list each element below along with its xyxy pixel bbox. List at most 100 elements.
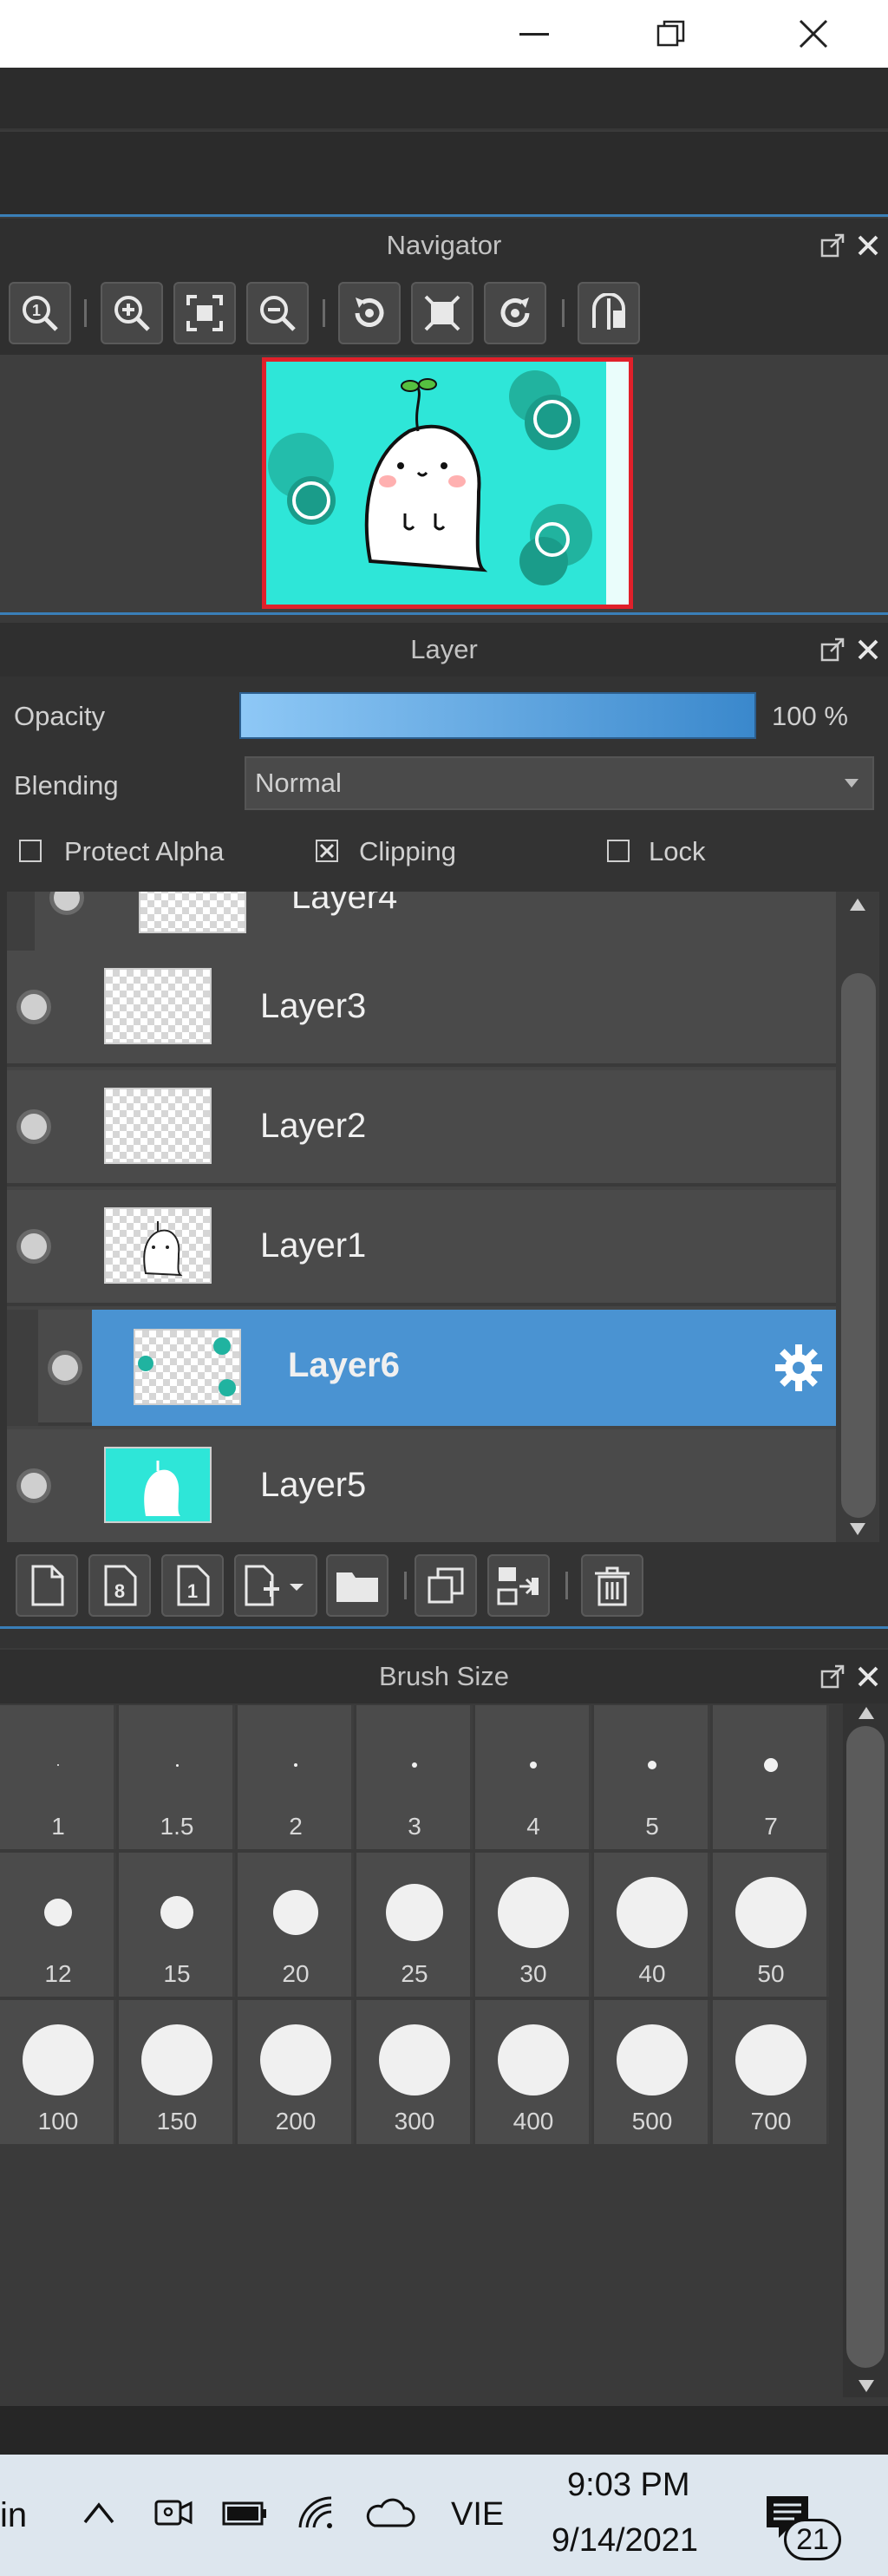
brush-size-cell[interactable]: 30 xyxy=(475,1853,591,1997)
toolbar-separator xyxy=(404,1572,407,1599)
opacity-slider[interactable] xyxy=(239,692,756,739)
check-x-icon xyxy=(319,843,335,859)
rotate-left-button[interactable] xyxy=(338,282,401,344)
battery-icon[interactable] xyxy=(220,2498,269,2529)
brush-size-cell[interactable]: 500 xyxy=(594,2000,710,2144)
close-panel-icon[interactable] xyxy=(857,234,879,257)
layer-row-layer2[interactable]: Layer2 xyxy=(7,1070,836,1187)
brush-size-cell[interactable]: 4 xyxy=(475,1705,591,1849)
menu-strip xyxy=(0,68,888,130)
brush-size-cell[interactable]: 40 xyxy=(594,1853,710,1997)
zoom-out-icon xyxy=(260,296,296,331)
brush-size-cell[interactable]: 20 xyxy=(238,1853,354,1997)
brush-size-cell[interactable]: 700 xyxy=(713,2000,829,2144)
brush-size-cell[interactable]: 15 xyxy=(119,1853,235,1997)
lock-checkbox[interactable] xyxy=(607,840,630,862)
brush-size-cell[interactable]: 100 xyxy=(0,2000,116,2144)
brush-size-cell[interactable]: 1 xyxy=(0,1705,116,1849)
brush-dot xyxy=(379,2024,450,2095)
undock-icon[interactable] xyxy=(820,637,845,662)
onedrive-icon[interactable] xyxy=(364,2498,416,2529)
toolbar-separator xyxy=(84,299,87,327)
visibility-eye-icon[interactable] xyxy=(21,994,47,1020)
close-panel-icon[interactable] xyxy=(857,638,879,661)
layer-row-layer3[interactable]: Layer3 xyxy=(7,951,836,1067)
rotate-right-button[interactable] xyxy=(484,282,546,344)
new-layer-button[interactable] xyxy=(16,1554,78,1617)
fit-screen-button[interactable] xyxy=(173,282,236,344)
toolbar-strip xyxy=(0,132,888,217)
brush-size-cell[interactable]: 150 xyxy=(119,2000,235,2144)
layer-thumbnail xyxy=(104,1207,212,1284)
visibility-eye-icon[interactable] xyxy=(54,892,80,911)
brush-size-cell[interactable]: 300 xyxy=(356,2000,473,2144)
clock-date[interactable]: 9/14/2021 xyxy=(552,2522,698,2560)
zoom-in-button[interactable] xyxy=(101,282,163,344)
minimize-button[interactable] xyxy=(498,0,571,68)
brush-size-label: 300 xyxy=(394,2108,435,2135)
visibility-eye-icon[interactable] xyxy=(21,1114,47,1140)
layer-list-scroll-thumb[interactable] xyxy=(841,973,876,1518)
new-1bit-layer-icon: 1 xyxy=(177,1565,210,1606)
meet-now-icon[interactable] xyxy=(153,2491,196,2534)
brush-size-cell[interactable]: 50 xyxy=(713,1853,829,1997)
new-8bit-layer-button[interactable]: 8 xyxy=(88,1554,151,1617)
add-layer-menu-button[interactable] xyxy=(234,1554,317,1617)
close-panel-icon[interactable] xyxy=(857,1665,879,1688)
scroll-down-icon[interactable] xyxy=(857,2378,876,2394)
undock-icon[interactable] xyxy=(820,233,845,258)
brush-size-cell[interactable]: 5 xyxy=(594,1705,710,1849)
layer-row-layer6[interactable]: Layer6 xyxy=(92,1310,836,1426)
scroll-up-icon[interactable] xyxy=(848,897,867,912)
delete-layer-button[interactable] xyxy=(581,1554,643,1617)
visibility-eye-icon[interactable] xyxy=(21,1473,47,1499)
clock-time[interactable]: 9:03 PM xyxy=(567,2467,690,2504)
layer-name: Layer1 xyxy=(260,1226,367,1265)
brush-size-cell[interactable]: 12 xyxy=(0,1853,116,1997)
brush-size-cell[interactable]: 3 xyxy=(356,1705,473,1849)
input-language[interactable]: VIE xyxy=(451,2496,504,2534)
visibility-eye-icon[interactable] xyxy=(21,1233,47,1259)
brush-size-cell[interactable]: 7 xyxy=(713,1705,829,1849)
duplicate-layer-button[interactable] xyxy=(415,1554,477,1617)
merge-layer-button[interactable] xyxy=(487,1554,550,1617)
zoom-actual-button[interactable]: 1 xyxy=(9,282,71,344)
protect-alpha-checkbox[interactable] xyxy=(19,840,42,862)
brush-size-cell[interactable]: 200 xyxy=(238,2000,354,2144)
layer-name: Layer4 xyxy=(291,892,398,916)
character-thumbnail-icon xyxy=(144,1461,180,1516)
brush-size-cell[interactable]: 25 xyxy=(356,1853,473,1997)
brush-size-cell[interactable]: 400 xyxy=(475,2000,591,2144)
visibility-eye-icon[interactable] xyxy=(52,1355,78,1381)
brush-dot xyxy=(44,1899,72,1926)
clipping-checkbox[interactable] xyxy=(316,840,338,862)
scroll-up-icon[interactable] xyxy=(857,1705,876,1721)
brush-size-scroll-thumb[interactable] xyxy=(846,1726,885,2368)
flip-horizontal-button[interactable] xyxy=(578,282,640,344)
layer-row-layer4[interactable]: Layer4 xyxy=(35,892,836,956)
brush-size-label: 1 xyxy=(51,1813,65,1840)
gear-icon[interactable] xyxy=(774,1343,824,1393)
new-folder-button[interactable] xyxy=(326,1554,388,1617)
restore-button[interactable] xyxy=(635,0,708,68)
brush-size-label: 30 xyxy=(519,1960,547,1987)
brush-size-label: 5 xyxy=(645,1813,659,1840)
brush-size-cell[interactable]: 2 xyxy=(238,1705,354,1849)
chevron-up-icon[interactable] xyxy=(82,2500,116,2526)
new-1bit-layer-button[interactable]: 1 xyxy=(161,1554,224,1617)
close-window-button[interactable] xyxy=(777,0,850,68)
layer-toolbar: 8 1 xyxy=(0,1542,888,1629)
wifi-icon[interactable] xyxy=(295,2493,338,2533)
brush-size-cell[interactable]: 1.5 xyxy=(119,1705,235,1849)
fit-window-button[interactable] xyxy=(411,282,473,344)
zoom-out-button[interactable] xyxy=(246,282,309,344)
brush-size-label: 200 xyxy=(275,2108,317,2135)
blending-select[interactable]: Normal xyxy=(245,756,874,810)
brush-size-label: 700 xyxy=(750,2108,792,2135)
navigator-canvas-preview[interactable] xyxy=(262,357,633,609)
layer-row-layer1[interactable]: Layer1 xyxy=(7,1190,836,1306)
scroll-down-icon[interactable] xyxy=(848,1521,867,1537)
layer-row-layer5[interactable]: Layer5 xyxy=(7,1429,836,1542)
undock-icon[interactable] xyxy=(820,1664,845,1689)
bubbles-thumbnail-icon xyxy=(138,1337,236,1396)
